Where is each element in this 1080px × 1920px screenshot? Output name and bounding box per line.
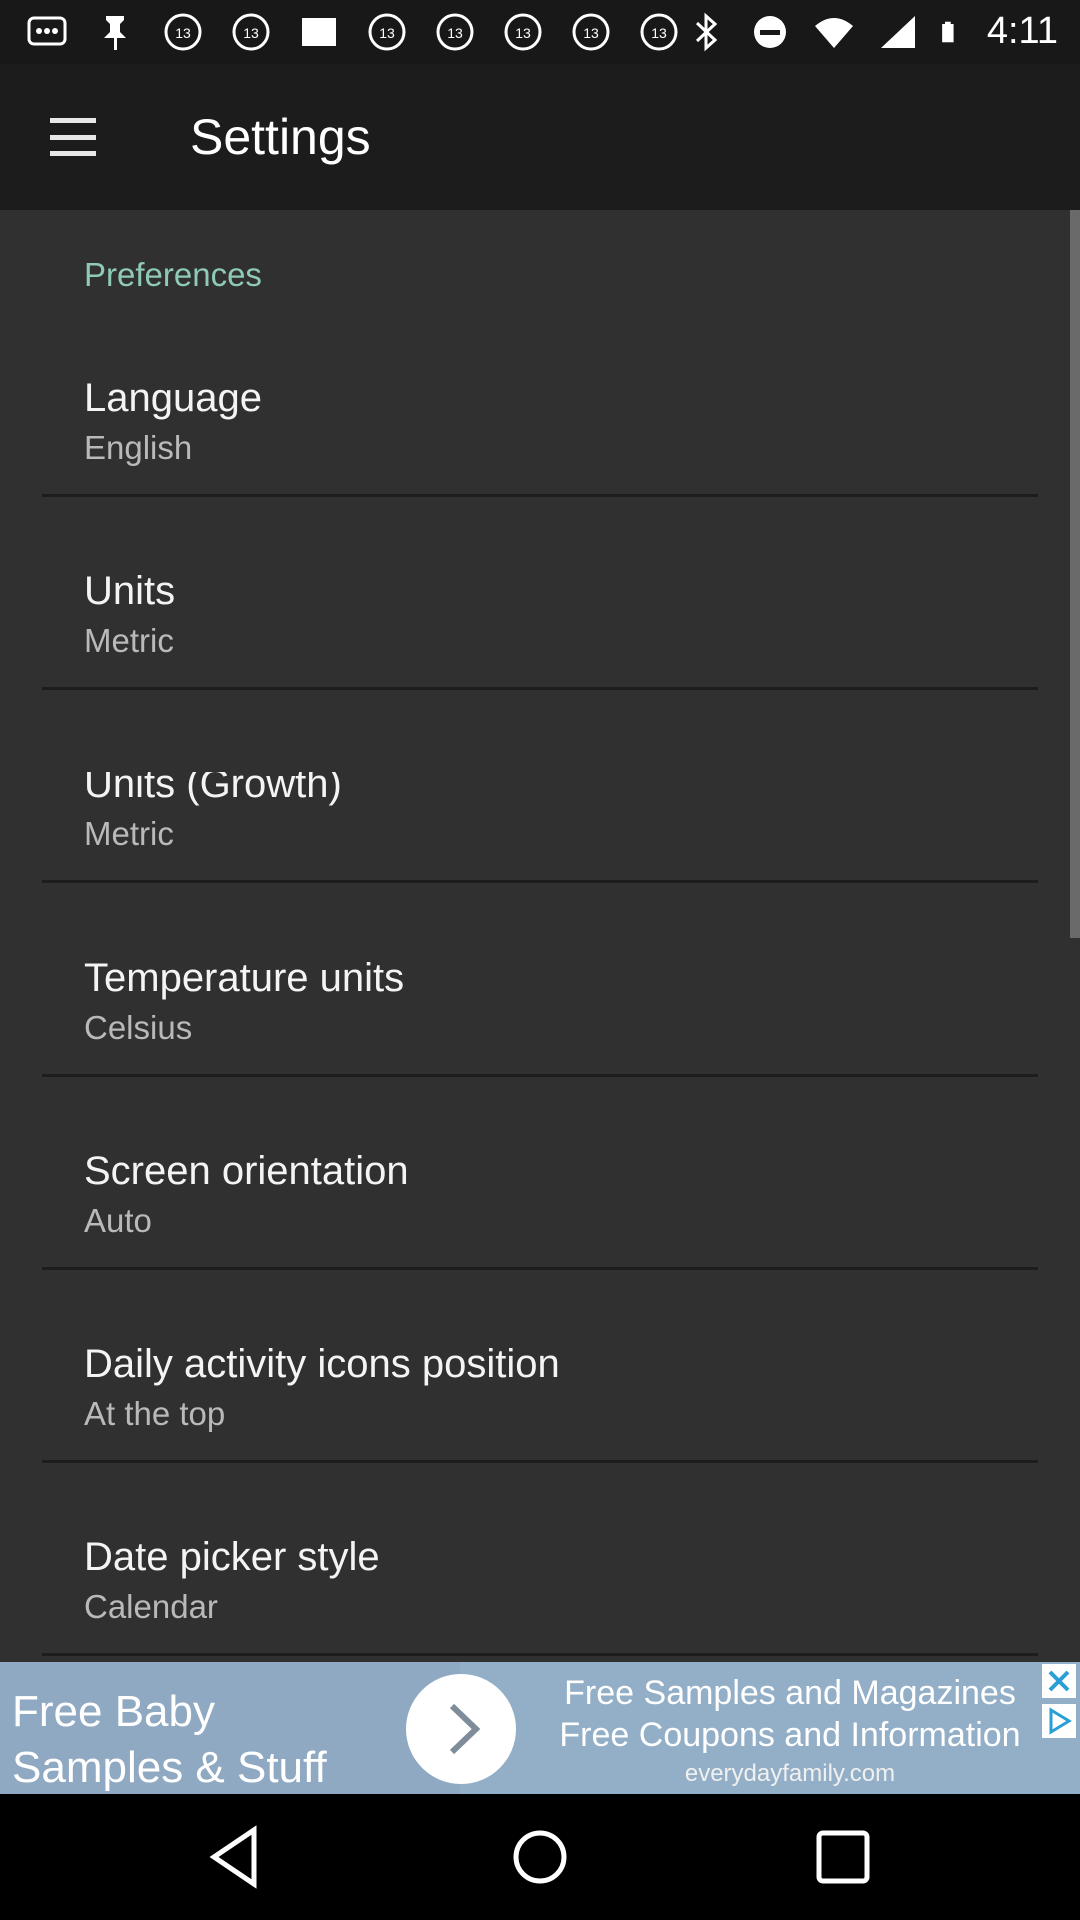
abc13-icon: 13 [640,13,678,51]
section-header-preferences: Preferences [84,256,262,293]
ad-line: Free Coupons and Information [559,1716,1021,1754]
pref-item-daily-activity-icons-position[interactable]: Daily activity icons position At the top [0,1308,1080,1501]
divider [42,494,1038,497]
page-title: Settings [190,109,371,165]
svg-text:13: 13 [447,25,463,41]
ad-url: everydayfamily.com [684,1760,896,1787]
pref-title: Screen orientation [84,1149,409,1193]
svg-text:13: 13 [243,25,259,41]
abc13-icon: 13 [436,13,474,51]
pref-item-date-picker-style[interactable]: Date picker style Calendar [0,1501,1080,1662]
pref-title: Date picker style [84,1535,380,1579]
image-icon [302,18,336,46]
status-bar: 13 13 13 13 13 13 13 4:11 [0,0,1080,64]
pref-value: English [84,429,193,466]
pref-value: Calendar [84,1588,218,1625]
divider [42,880,1038,883]
pref-value: Celsius [84,1009,193,1046]
ad-banner[interactable]: Free Baby Samples & Stuff Free Samples a… [0,1662,1080,1794]
pref-item-screen-orientation[interactable]: Screen orientation Auto [0,1115,1080,1308]
messages-icon [27,16,67,46]
divider [42,687,1038,690]
ad-left-line: Samples & Stuff [12,1743,327,1792]
close-icon[interactable] [1042,1664,1076,1698]
divider [42,1653,1038,1656]
divider [42,1074,1038,1077]
pref-title: Temperature units [84,956,405,1000]
abc13-icon: 13 [164,13,202,51]
ad-left-text: Free Baby Samples & Stuff [12,1684,327,1794]
scrollbar[interactable] [1070,210,1080,938]
ad-line: Free Samples and Magazines [564,1674,1016,1712]
abc13-icon: 13 [572,13,610,51]
signal-icon [880,15,915,48]
battery-icon [942,21,954,42]
ad-left-line: Free Baby [12,1687,215,1736]
pref-item-units[interactable]: Units Metric [0,535,1080,721]
navigation-bar [0,1794,1080,1920]
pref-item-units-growth[interactable]: Units (Growth) Metric [0,728,1080,921]
svg-text:13: 13 [379,25,395,41]
pref-value: Auto [84,1202,152,1239]
dnd-icon [753,15,786,48]
pref-title: Daily activity icons position [84,1342,560,1386]
app-bar: Settings [0,64,1080,210]
pref-value: Metric [84,815,174,852]
pref-value: At the top [84,1395,226,1432]
svg-text:13: 13 [175,25,191,41]
pref-title: Language [84,376,262,420]
abc13-icon: 13 [232,13,270,51]
pref-item-temperature-units[interactable]: Temperature units Celsius [0,922,1080,1115]
bluetooth-icon [695,12,718,51]
pref-title: Units (Growth) [84,772,342,806]
ad-choices-icon[interactable] [1042,1704,1076,1738]
svg-text:13: 13 [515,25,531,41]
pref-item-language[interactable]: Language English [0,342,1080,535]
pref-value: Metric [84,622,174,657]
back-icon[interactable] [198,1820,278,1894]
home-icon[interactable] [500,1820,580,1894]
notification-icons: 13 13 13 13 13 13 13 [26,12,680,52]
divider [42,1267,1038,1270]
svg-text:13: 13 [583,25,599,41]
system-icons: 4:11 [685,10,1058,53]
recents-icon[interactable] [803,1820,883,1894]
divider [42,1460,1038,1463]
settings-list[interactable]: Preferences Language English Units Metri… [0,210,1080,1662]
pin-icon [104,16,126,50]
wifi-icon [814,17,853,48]
ad-right-text: Free Samples and Magazines Free Coupons … [540,1672,1040,1788]
chevron-right-icon [449,1703,481,1755]
abc13-icon: 13 [504,13,542,51]
menu-icon[interactable] [42,110,104,164]
ad-arrow-button[interactable] [406,1674,516,1784]
status-time: 4:11 [986,10,1058,52]
svg-text:13: 13 [651,25,667,41]
abc13-icon: 13 [368,13,406,51]
